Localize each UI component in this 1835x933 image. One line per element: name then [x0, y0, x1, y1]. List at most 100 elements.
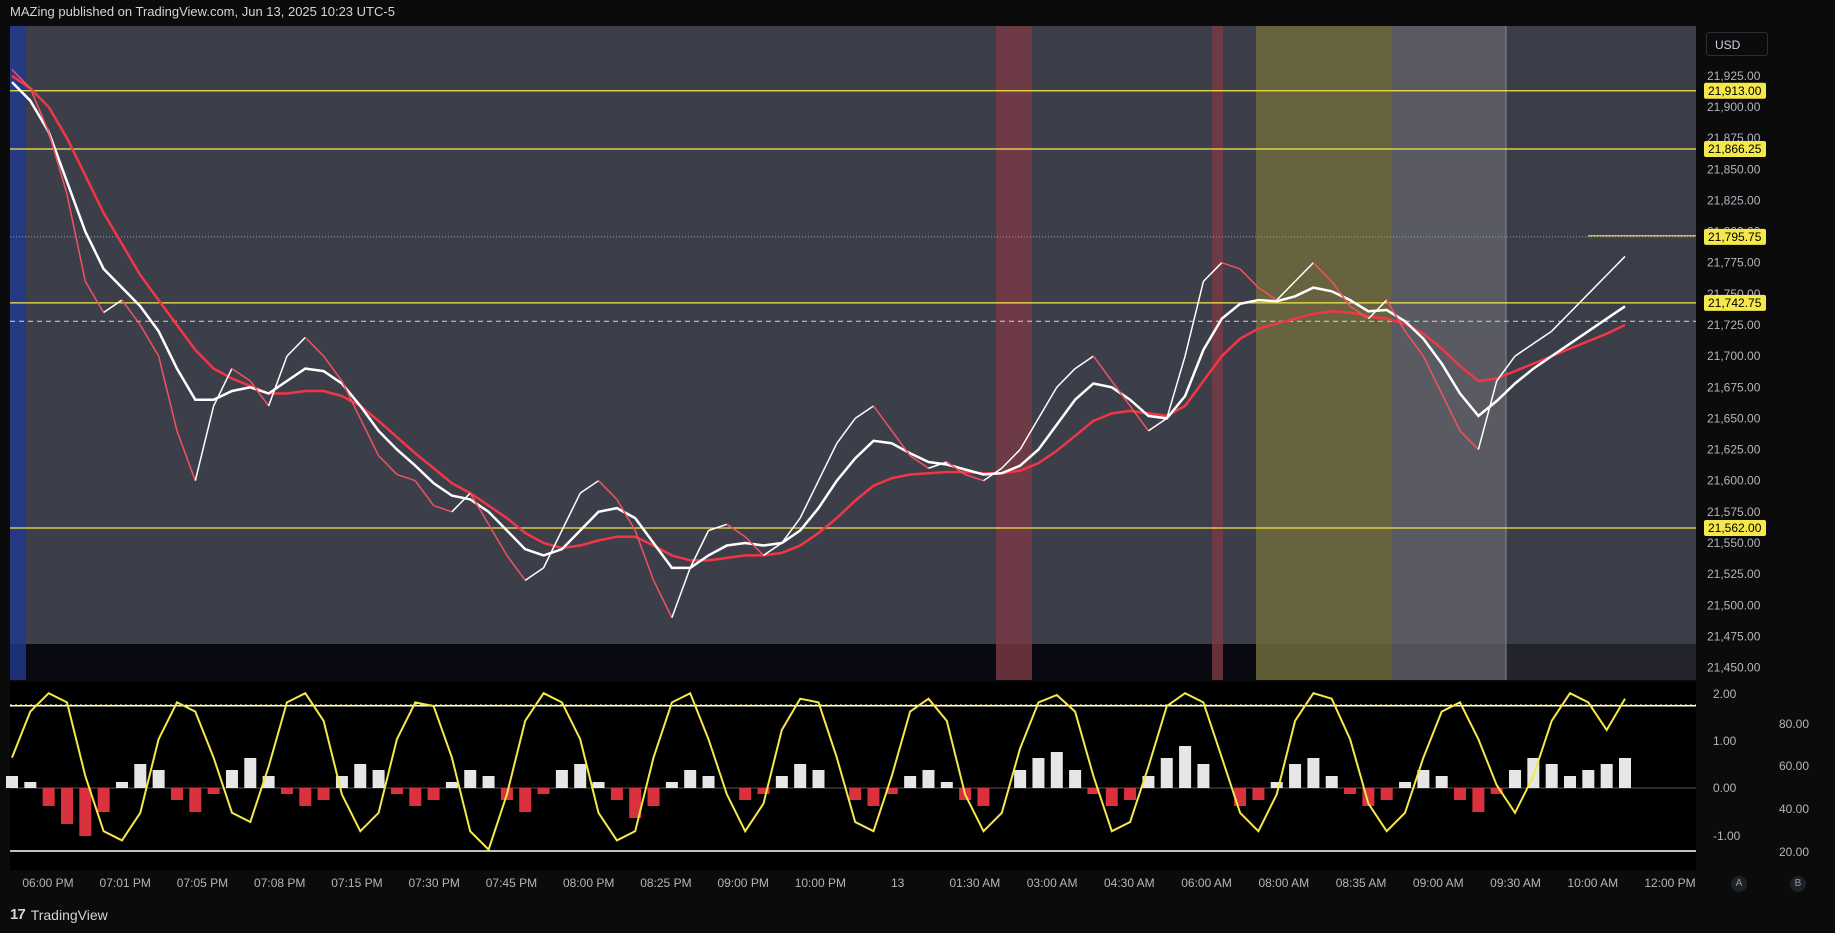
histogram-bar: [1252, 788, 1265, 800]
time-tick-label: 10:00 AM: [1567, 876, 1618, 890]
level-price-label: 21,866.25: [1708, 142, 1762, 156]
time-tick-label: 04:30 AM: [1104, 876, 1155, 890]
histogram-bar: [189, 788, 202, 812]
price-tick-label: 21,825.00: [1707, 193, 1761, 207]
tradingview-logo-icon: 17: [10, 906, 26, 923]
time-tick-label: 07:45 PM: [486, 876, 537, 890]
histogram-bar: [207, 788, 220, 794]
oscillator-right-tick: 20.00: [1779, 845, 1809, 859]
histogram-bar: [1014, 770, 1027, 788]
histogram-bar: [592, 782, 605, 788]
histogram-bar: [1380, 788, 1393, 800]
histogram-bar: [1069, 770, 1082, 788]
time-tick-label: 07:30 PM: [409, 876, 460, 890]
price-tick-label: 21,600.00: [1707, 474, 1761, 488]
histogram-bar: [390, 788, 403, 794]
histogram-bar: [1564, 776, 1577, 788]
time-tick-label: 12:00 PM: [1644, 876, 1695, 890]
histogram-bar: [519, 788, 532, 812]
level-price-label: 21,562.00: [1708, 521, 1762, 535]
time-tick-label: 10:00 PM: [795, 876, 846, 890]
right-shade: [1506, 26, 1696, 680]
oscillator-left-tick: 0.00: [1713, 781, 1737, 795]
gray-band: [1392, 26, 1506, 680]
histogram-bar: [940, 782, 953, 788]
histogram-bar: [97, 788, 110, 812]
level-price-label: 21,742.75: [1708, 296, 1762, 310]
histogram-bar: [610, 788, 623, 800]
oscillator-left-tick: 1.00: [1713, 734, 1737, 748]
session-start-band: [10, 26, 26, 680]
histogram-bar: [24, 782, 37, 788]
histogram-bar: [299, 788, 312, 806]
histogram-bar: [702, 776, 715, 788]
price-tick-label: 21,675.00: [1707, 380, 1761, 394]
time-axis: 06:00 PM 07:01 PM 07:05 PM 07:08 PM 07:15 PM…: [22, 876, 1695, 890]
histogram-bar: [794, 764, 807, 788]
time-tick-label: 03:00 AM: [1027, 876, 1078, 890]
histogram-bar: [1454, 788, 1467, 800]
time-tick-label: 09:00 PM: [717, 876, 768, 890]
histogram-bar: [1325, 776, 1338, 788]
yellow-band: [1256, 26, 1392, 680]
time-tick-label: 08:00 PM: [563, 876, 614, 890]
histogram-bar: [1307, 758, 1320, 788]
time-tick-label: 08:25 PM: [640, 876, 691, 890]
price-tick-label: 21,900.00: [1707, 100, 1761, 114]
histogram-bar: [6, 776, 18, 788]
time-tick-label: 08:00 AM: [1258, 876, 1309, 890]
price-tick-label: 21,725.00: [1707, 318, 1761, 332]
histogram-bar: [372, 770, 385, 788]
histogram-bar: [60, 788, 73, 824]
histogram-bar: [1160, 758, 1173, 788]
histogram-bar: [409, 788, 422, 806]
log-scale-button[interactable]: B: [1790, 876, 1806, 892]
price-tick-label: 21,500.00: [1707, 598, 1761, 612]
histogram-bar: [1197, 764, 1210, 788]
histogram-bar: [225, 770, 238, 788]
oscillator-left-tick: 2.00: [1713, 687, 1737, 701]
auto-scale-button[interactable]: A: [1731, 876, 1747, 892]
histogram-bar: [1399, 782, 1412, 788]
price-tick-label: 21,525.00: [1707, 567, 1761, 581]
time-tick-label: 07:05 PM: [177, 876, 228, 890]
price-tick-label: 21,575.00: [1707, 505, 1761, 519]
price-tick-label: 21,850.00: [1707, 162, 1761, 176]
time-tick-label: 06:00 PM: [22, 876, 73, 890]
time-tick-label: 07:08 PM: [254, 876, 305, 890]
histogram-bar: [555, 770, 568, 788]
histogram-bar: [280, 788, 293, 794]
time-tick-label: 01:30 AM: [950, 876, 1001, 890]
histogram-bar: [574, 764, 587, 788]
histogram-bar: [317, 788, 330, 800]
histogram-bar: [977, 788, 990, 806]
histogram-bar: [1344, 788, 1357, 794]
histogram-bar: [134, 764, 147, 788]
time-tick-label: 13: [891, 876, 905, 890]
oscillator-right-tick: 40.00: [1779, 802, 1809, 816]
histogram-bar: [904, 776, 917, 788]
histogram-bar: [115, 782, 128, 788]
histogram-bar: [867, 788, 880, 806]
chart-canvas[interactable]: 21,925.0021,900.0021,875.0021,850.0021,8…: [0, 0, 1835, 933]
histogram-bar: [1619, 758, 1631, 788]
price-tick-label: 21,475.00: [1707, 629, 1761, 643]
histogram-bar: [152, 770, 165, 788]
histogram-bar: [1289, 764, 1302, 788]
time-tick-label: 08:35 AM: [1336, 876, 1387, 890]
histogram-bar: [1270, 782, 1283, 788]
histogram-bar: [170, 788, 183, 800]
price-tick-label: 21,700.00: [1707, 349, 1761, 363]
time-tick-label: 06:00 AM: [1181, 876, 1232, 890]
histogram-bar: [445, 782, 458, 788]
histogram-bar: [354, 764, 367, 788]
histogram-bar: [42, 788, 55, 806]
histogram-bar: [464, 770, 477, 788]
time-tick-label: 09:30 AM: [1490, 876, 1541, 890]
price-tick-label: 21,625.00: [1707, 443, 1761, 457]
currency-button[interactable]: USD: [1706, 32, 1768, 56]
histogram-bar: [482, 776, 495, 788]
footer: 17 TradingView: [10, 906, 108, 923]
histogram-bar: [775, 776, 788, 788]
price-tick-label: 21,925.00: [1707, 69, 1761, 83]
